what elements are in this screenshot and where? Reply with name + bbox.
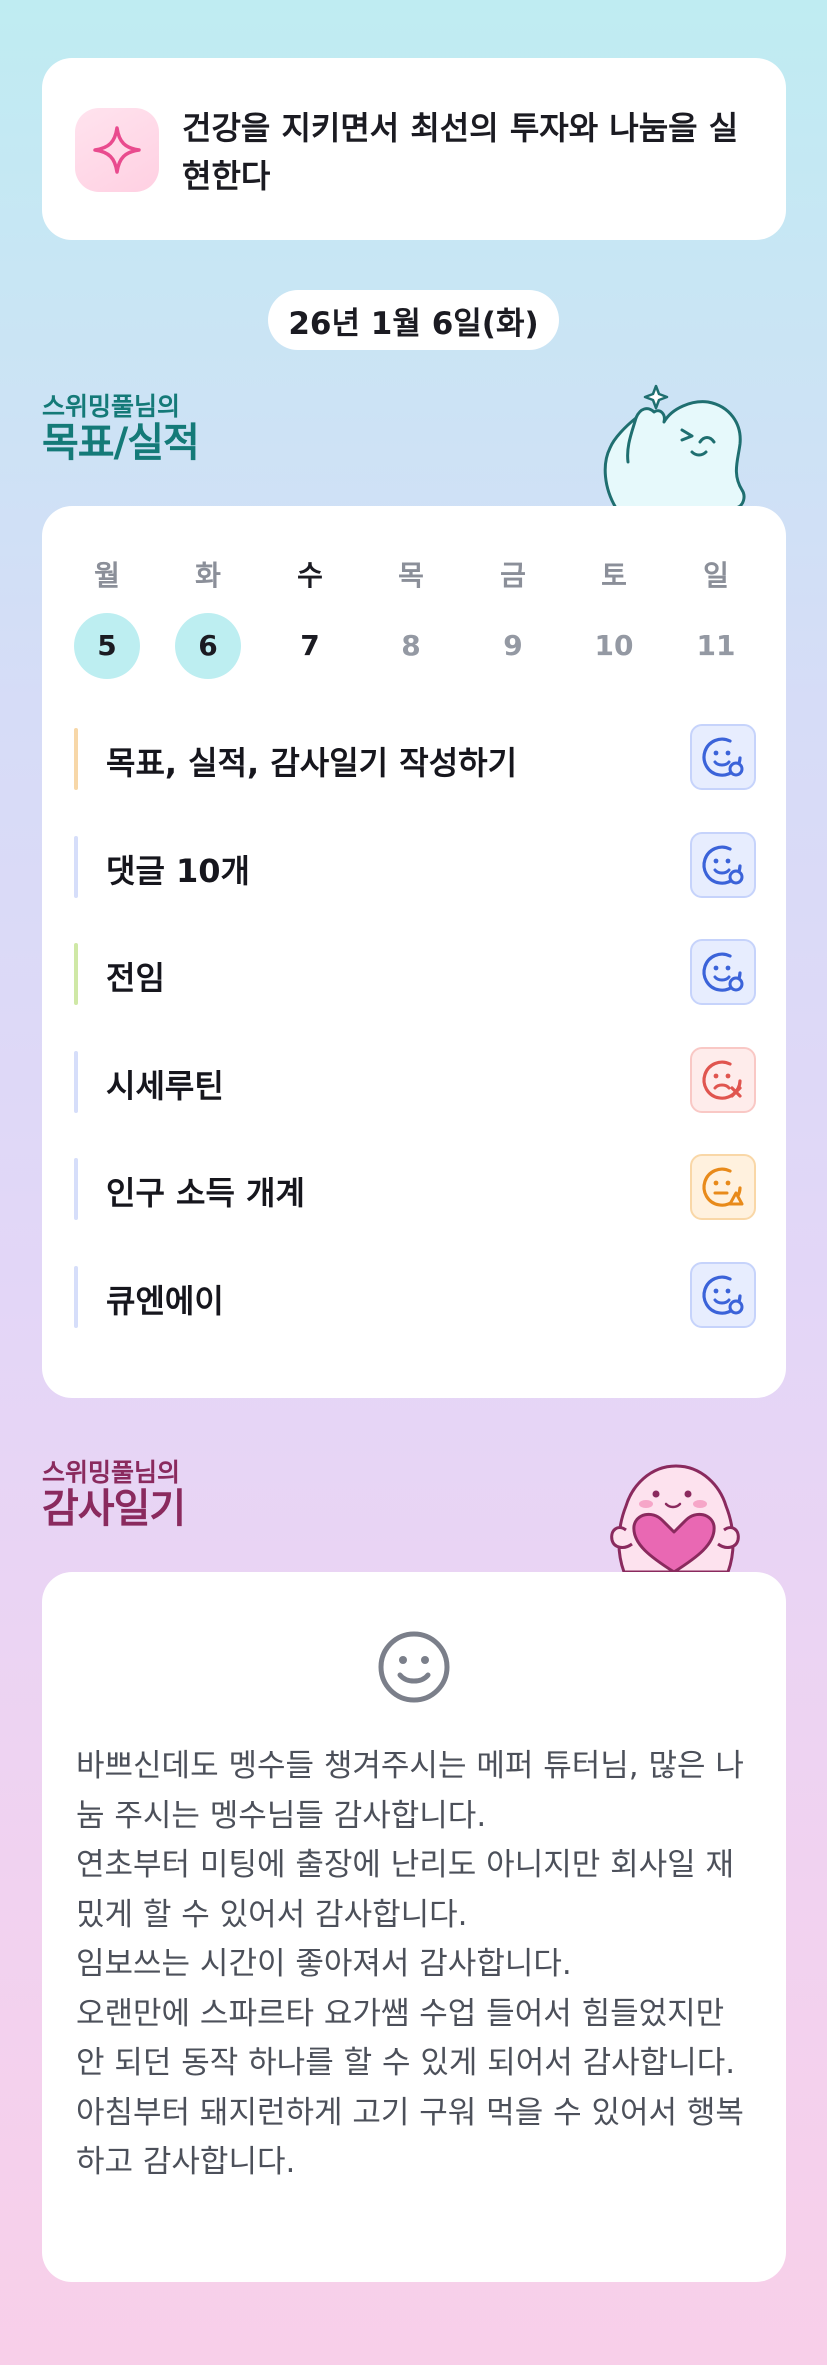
meh-triangle-icon[interactable]: [690, 1154, 756, 1220]
day-11[interactable]: 11: [683, 613, 749, 679]
task-label: 전임: [106, 959, 165, 997]
day-9[interactable]: 9: [480, 613, 546, 679]
day-name-sun: 일: [703, 559, 729, 592]
task-label: 인구 소득 개계: [106, 1174, 305, 1212]
date-label[interactable]: 26년 1월 6일(화): [268, 290, 559, 350]
task-color-bar: [74, 728, 78, 790]
task-label: 댓글 10개: [106, 852, 250, 890]
smile-icon: [375, 1628, 453, 1710]
mascot-heart-illustration: [610, 1464, 740, 1574]
goal-card: 건강을 지키면서 최선의 투자와 나눔을 실현한다: [42, 58, 786, 240]
day-name-fri: 금: [500, 559, 526, 592]
day-name-mon: 월: [94, 559, 120, 592]
sparkle-icon: [75, 108, 159, 192]
task-color-bar: [74, 943, 78, 1005]
task-row[interactable]: 인구 소득 개계: [74, 1154, 756, 1222]
smile-check-icon[interactable]: [690, 939, 756, 1005]
day-8[interactable]: 8: [378, 613, 444, 679]
task-row[interactable]: 큐엔에이: [74, 1262, 756, 1330]
day-6[interactable]: 6: [175, 613, 241, 679]
gratitude-text: 바쁘신데도 멩수들 챙겨주시는 메퍼 튜터님, 많은 나눔 주시는 멩수님들 감…: [76, 1748, 744, 2180]
day-name-sat: 토: [601, 559, 627, 592]
gratitude-card: 바쁘신데도 멩수들 챙겨주시는 메퍼 튜터님, 많은 나눔 주시는 멩수님들 감…: [42, 1572, 786, 2282]
day-5[interactable]: 5: [74, 613, 140, 679]
task-color-bar: [74, 1266, 78, 1328]
day-name-tue: 화: [195, 559, 221, 592]
day-7[interactable]: 7: [277, 613, 343, 679]
mascot-waving-illustration: [603, 384, 746, 510]
task-color-bar: [74, 1051, 78, 1113]
frown-x-icon[interactable]: [690, 1047, 756, 1113]
smile-check-icon[interactable]: [690, 1262, 756, 1328]
gratitude-section-subtitle: 스위밍풀님의: [42, 1458, 181, 1487]
task-row[interactable]: 전임: [74, 939, 756, 1007]
task-label: 시세루틴: [106, 1067, 224, 1105]
task-label: 큐엔에이: [106, 1282, 224, 1320]
task-color-bar: [74, 1158, 78, 1220]
task-label: 목표, 실적, 감사일기 작성하기: [106, 744, 518, 782]
smile-check-icon[interactable]: [690, 724, 756, 790]
gratitude-section-title: 감사일기: [42, 1486, 186, 1532]
day-name-wed: 수: [297, 559, 323, 592]
smile-check-icon[interactable]: [690, 832, 756, 898]
day-name-thu: 목: [398, 559, 424, 592]
day-10[interactable]: 10: [581, 613, 647, 679]
goals-section-subtitle: 스위밍풀님의: [42, 392, 181, 421]
task-color-bar: [74, 836, 78, 898]
goals-section-title: 목표/실적: [42, 420, 200, 466]
goal-text: 건강을 지키면서 최선의 투자와 나눔을 실현한다: [182, 109, 739, 195]
task-row[interactable]: 시세루틴: [74, 1047, 756, 1115]
task-row[interactable]: 목표, 실적, 감사일기 작성하기: [74, 724, 756, 792]
task-row[interactable]: 댓글 10개: [74, 832, 756, 900]
weekly-goals-card: 월 화 수 목 금 토 일 5 6 7 8 9 10 11 목표, 실적, 감사…: [42, 506, 786, 1398]
